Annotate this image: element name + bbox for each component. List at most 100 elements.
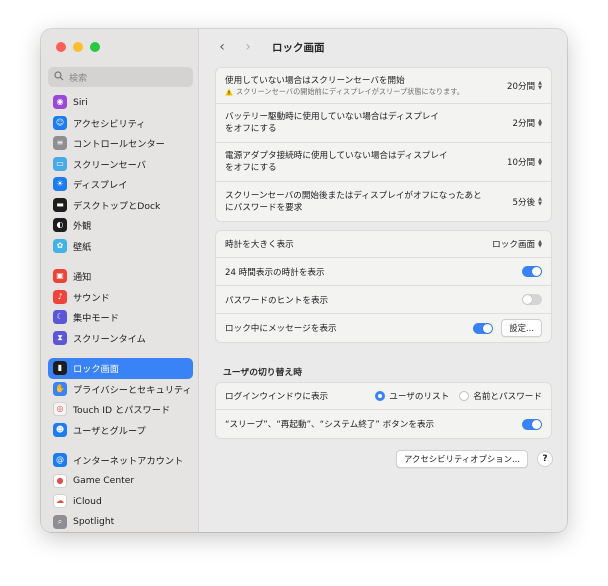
lock-message-label: ロック中にメッセージを表示 (225, 324, 337, 334)
footer: アクセシビリティオプション... ? (396, 450, 553, 468)
dock-icon: ▬ (53, 197, 67, 212)
sidebar-item-wallpaper[interactable]: ✿ 壁紙 (48, 236, 193, 257)
sidebar-item-dock[interactable]: ▬ デスクトップとDock (48, 195, 193, 216)
radio-name-password[interactable]: 名前とパスワード (459, 390, 542, 402)
require-password-row: スクリーンセーバの開始後またはディスプレイがオフになったあと にパスワードを要求… (216, 182, 551, 221)
toolbar: ‹ › ロック画面 (200, 29, 567, 65)
forward-button[interactable]: › (242, 39, 254, 55)
radio-user-list[interactable]: ユーザのリスト (375, 390, 449, 402)
popup-arrows-icon: ▲ ▼ (538, 238, 542, 249)
power-buttons-row: “スリープ”、“再起動”、“システム終了” ボタンを表示 (216, 410, 551, 438)
clock-24h-label: 24 時間表示の時計を表示 (225, 267, 325, 278)
battery-display-off-label-2: をオフにする (225, 124, 277, 134)
sidebar-item-sound[interactable]: ♪ サウンド (48, 287, 193, 308)
close-button[interactable] (56, 42, 66, 52)
lock-message-row: ロック中にメッセージを表示 設定... (216, 314, 551, 342)
popup-arrows-icon: ▲ ▼ (538, 196, 542, 207)
screensaver-start-value: 20分間 (507, 81, 536, 92)
sidebar-item-privacy-hand[interactable]: ✋ プライバシーとセキュリティ (48, 379, 193, 400)
lock-message-toggle[interactable] (473, 322, 494, 334)
accessibility-icon: ☺ (53, 115, 67, 130)
sidebar-item-label: コントロールセンター (73, 139, 165, 151)
icloud-icon: ☁ (53, 494, 67, 509)
adapter-display-off-popup[interactable]: 10分間 ▲ ▼ (507, 156, 542, 168)
sidebar-item-label: Spotlight (73, 516, 115, 528)
sidebar: 検索 ◉ Siri ☺ アクセシビリティ ≡ コントロールセンター ▭ スクリーンセーバ ☀ ディ… (41, 29, 199, 532)
sidebar-item-game-center[interactable]: ● Game Center (48, 471, 193, 492)
lock-message-settings-button[interactable]: 設定... (501, 319, 542, 337)
radio-selected-icon (375, 391, 386, 401)
sidebar-item-siri[interactable]: ◉ Siri (48, 92, 193, 113)
sidebar-item-touch-id[interactable]: ◎ Touch ID とパスワード (48, 399, 193, 420)
adapter-display-off-row: 電源アダプタ接続時に使用していない場合はディスプレイ をオフにする 10分間 ▲… (216, 143, 551, 182)
sidebar-item-users[interactable]: ☻ ユーザとグループ (48, 420, 193, 441)
search-input[interactable]: 検索 (69, 71, 87, 84)
sidebar-item-label: 通知 (73, 272, 92, 284)
radio-name-password-label: 名前とパスワード (473, 392, 542, 402)
main-content: ‹ › ロック画面 使用していない場合はスクリーンセーバを開始 スクリーンセーバ… (200, 29, 567, 532)
sidebar-item-screensaver[interactable]: ▭ スクリーンセーバ (48, 154, 193, 175)
battery-display-off-popup[interactable]: 2分間 ▲ ▼ (512, 117, 542, 129)
clock-24h-toggle[interactable] (522, 266, 542, 277)
password-hint-toggle[interactable] (522, 294, 542, 305)
help-button[interactable]: ? (537, 451, 553, 467)
sidebar-item-label: ディスプレイ (73, 180, 128, 192)
sidebar-item-label: ロック画面 (73, 364, 119, 376)
sidebar-item-spotlight[interactable]: ⌕ Spotlight (48, 512, 193, 533)
sidebar-item-notifications[interactable]: ▣ 通知 (48, 266, 193, 287)
require-password-popup[interactable]: 5分後 ▲ ▼ (512, 196, 542, 208)
sidebar-item-label: プライバシーとセキュリティ (73, 384, 192, 396)
screensaver-start-popup[interactable]: 20分間 ▲ ▼ (507, 80, 542, 92)
sidebar-item-focus[interactable]: ☾ 集中モード (48, 307, 193, 328)
sidebar-item-lock-screen[interactable]: ▮ ロック画面 (48, 358, 193, 379)
page-title: ロック画面 (272, 41, 325, 54)
wallpaper-icon: ✿ (53, 238, 67, 253)
sidebar-item-label: スクリーンタイム (73, 333, 146, 345)
popup-arrows-icon: ▲ ▼ (538, 80, 542, 91)
screensaver-start-label: 使用していない場合はスクリーンセーバを開始 (225, 75, 405, 86)
popup-arrows-icon: ▲ ▼ (538, 156, 542, 167)
search-field[interactable]: 検索 (48, 67, 193, 87)
adapter-display-off-value: 10分間 (507, 158, 536, 168)
sidebar-item-label: 外観 (73, 221, 92, 233)
sidebar-item-internet-accounts[interactable]: @ インターネットアカウント (48, 450, 193, 471)
touch-id-icon: ◎ (53, 402, 67, 417)
sidebar-item-label: アクセシビリティ (73, 118, 146, 130)
sidebar-item-display[interactable]: ☀ ディスプレイ (48, 174, 193, 195)
password-hint-row: パスワードのヒントを表示 (216, 286, 551, 314)
power-buttons-toggle[interactable] (522, 418, 542, 430)
screensaver-note: スクリーンセーバの開始前にディスプレイがスリープ状態になります。 (225, 87, 464, 97)
minimize-button[interactable] (73, 42, 83, 52)
require-password-label-2: にパスワードを要求 (225, 202, 303, 213)
power-buttons-label: “スリープ”、“再起動”、“システム終了” ボタンを表示 (225, 420, 435, 430)
focus-icon: ☾ (53, 310, 67, 325)
lock-screen-group: 時計を大きく表示 ロック画面 ▲ ▼ 24 時間表示の時計を表示 パスワードのヒン… (215, 230, 552, 343)
clock-size-popup[interactable]: ロック画面 ▲ ▼ (492, 238, 542, 250)
sound-icon: ♪ (53, 289, 67, 304)
clock-size-value: ロック画面 (492, 240, 536, 250)
warning-icon (225, 87, 233, 95)
sidebar-item-control-center[interactable]: ≡ コントロールセンター (48, 133, 193, 154)
back-button[interactable]: ‹ (216, 39, 228, 55)
sidebar-item-label: 集中モード (73, 313, 119, 325)
sidebar-item-accessibility[interactable]: ☺ アクセシビリティ (48, 113, 193, 134)
screensaver-group: 使用していない場合はスクリーンセーバを開始 スクリーンセーバの開始前にディスプレ… (215, 67, 552, 222)
radio-user-list-label: ユーザのリスト (389, 392, 450, 402)
notifications-icon: ▣ (53, 269, 67, 284)
screensaver-note-text: スクリーンセーバの開始前にディスプレイがスリープ状態になります。 (236, 86, 464, 96)
sidebar-item-label: ユーザとグループ (73, 425, 146, 437)
sidebar-item-appearance[interactable]: ◐ 外観 (48, 215, 193, 236)
sidebar-item-icloud[interactable]: ☁ iCloud (48, 491, 193, 512)
popup-arrows-icon: ▲ ▼ (538, 117, 542, 128)
accessibility-options-button[interactable]: アクセシビリティオプション... (396, 450, 528, 468)
zoom-button[interactable] (90, 42, 100, 52)
password-hint-label: パスワードのヒントを表示 (225, 295, 329, 306)
lock-message-controls: 設定... (473, 319, 542, 337)
login-window-label: ログインウインドウに表示 (225, 392, 329, 402)
sidebar-list: ◉ Siri ☺ アクセシビリティ ≡ コントロールセンター ▭ スクリーンセーバ ☀ ディスプレ… (48, 92, 193, 532)
user-switch-group: ログインウインドウに表示 ユーザのリスト 名前とパスワード “スリープ”、“再起… (215, 382, 552, 439)
sidebar-item-screen-time[interactable]: ⧗ スクリーンタイム (48, 328, 193, 349)
spotlight-icon: ⌕ (53, 514, 67, 529)
